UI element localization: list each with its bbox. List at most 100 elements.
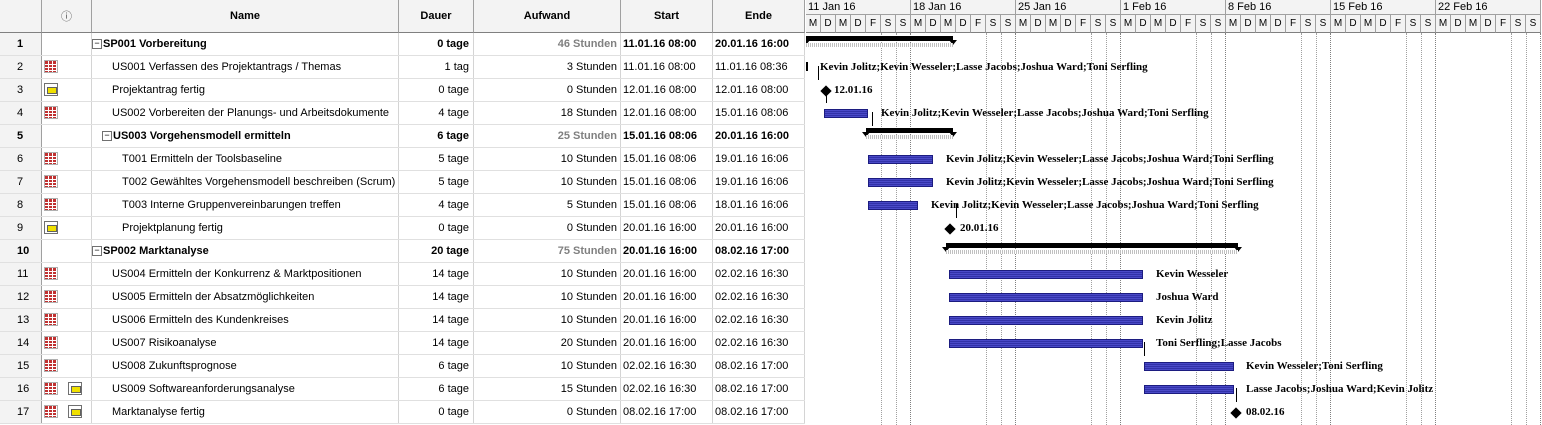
task-start[interactable]: 02.02.16 16:30 [621, 378, 713, 400]
collapse-toggle[interactable]: − [102, 131, 112, 142]
task-start[interactable]: 15.01.16 08:06 [621, 148, 713, 170]
task-work[interactable]: 10 Stunden [474, 286, 621, 308]
task-bar[interactable] [868, 178, 933, 187]
task-work[interactable]: 46 Stunden [474, 33, 621, 55]
task-row[interactable]: 14 US007 Risikoanalyse 14 tage 20 Stunden 20… [0, 332, 805, 355]
task-name[interactable]: US006 Ermitteln des Kundenkreises [92, 309, 399, 331]
task-work[interactable]: 0 Stunden [474, 79, 621, 101]
collapse-toggle[interactable]: − [92, 246, 102, 257]
milestone-diamond[interactable] [1230, 407, 1242, 419]
calendar-icon[interactable] [44, 60, 58, 73]
task-work[interactable]: 3 Stunden [474, 56, 621, 78]
summary-bar[interactable] [806, 36, 957, 45]
task-name[interactable]: T002 Gewähltes Vorgehensmodell beschreib… [92, 171, 399, 193]
dauer-column-header[interactable]: Dauer [399, 0, 474, 33]
summary-task-row[interactable]: 1− SP001 Vorbereitung 0 tage 46 Stunden 11.0… [0, 33, 805, 56]
task-work[interactable]: 0 Stunden [474, 401, 621, 423]
task-work[interactable]: 20 Stunden [474, 332, 621, 354]
task-start[interactable]: 12.01.16 08:00 [621, 102, 713, 124]
row-number-header[interactable] [0, 0, 42, 33]
task-bar[interactable] [949, 316, 1143, 325]
task-row[interactable]: 9 Projektplanung fertig 0 tage 0 Stunden 20.… [0, 217, 805, 240]
calendar-icon[interactable] [44, 198, 58, 211]
task-name[interactable]: US009 Softwareanforderungsanalyse [92, 378, 399, 400]
ende-column-header[interactable]: Ende [713, 0, 805, 33]
task-duration[interactable]: 14 tage [399, 286, 474, 308]
task-duration[interactable]: 4 tage [399, 102, 474, 124]
task-duration[interactable]: 6 tage [399, 378, 474, 400]
task-end[interactable]: 02.02.16 16:30 [713, 263, 805, 285]
calendar-icon[interactable] [44, 152, 58, 165]
task-work[interactable]: 75 Stunden [474, 240, 621, 262]
task-row[interactable]: 7 T002 Gewähltes Vorgehensmodell beschrei… [0, 171, 805, 194]
task-bar[interactable] [949, 293, 1143, 302]
row-number[interactable]: 16 [0, 378, 42, 400]
task-bar[interactable] [949, 339, 1143, 348]
task-start[interactable]: 15.01.16 08:06 [621, 125, 713, 147]
task-duration[interactable]: 14 tage [399, 332, 474, 354]
task-end[interactable]: 08.02.16 17:00 [713, 401, 805, 423]
task-end[interactable]: 20.01.16 16:00 [713, 217, 805, 239]
calendar-icon[interactable] [44, 359, 58, 372]
task-name[interactable]: US008 Zukunftsprognose [92, 355, 399, 377]
task-name[interactable]: Projektplanung fertig [92, 217, 399, 239]
task-bar[interactable] [1144, 362, 1234, 371]
name-column-header[interactable]: Name [92, 0, 399, 33]
row-number[interactable]: 10 [0, 240, 42, 262]
collapse-toggle[interactable]: − [92, 39, 102, 50]
task-name[interactable]: − SP001 Vorbereitung [92, 33, 399, 55]
task-duration[interactable]: 0 tage [399, 79, 474, 101]
row-number[interactable]: 2 [0, 56, 42, 78]
task-duration[interactable]: 14 tage [399, 309, 474, 331]
task-work[interactable]: 10 Stunden [474, 171, 621, 193]
task-duration[interactable]: 20 tage [399, 240, 474, 262]
task-start[interactable]: 02.02.16 16:30 [621, 355, 713, 377]
note-icon[interactable] [68, 405, 82, 418]
row-number[interactable]: 5 [0, 125, 42, 147]
row-number[interactable]: 17 [0, 401, 42, 423]
row-number[interactable]: 13 [0, 309, 42, 331]
milestone-diamond[interactable] [944, 223, 956, 235]
summary-task-row[interactable]: 10− SP002 Marktanalyse 20 tage 75 Stunden 20… [0, 240, 805, 263]
info-column-header[interactable]: ⓘ [42, 0, 92, 33]
task-end[interactable]: 19.01.16 16:06 [713, 148, 805, 170]
task-end[interactable]: 02.02.16 16:30 [713, 309, 805, 331]
row-number[interactable]: 3 [0, 79, 42, 101]
calendar-icon[interactable] [44, 405, 58, 418]
task-end[interactable]: 02.02.16 16:30 [713, 286, 805, 308]
task-row[interactable]: 2 US001 Verfassen des Projektantrags / Th… [0, 56, 805, 79]
row-number[interactable]: 12 [0, 286, 42, 308]
task-name[interactable]: T001 Ermitteln der Toolsbaseline [92, 148, 399, 170]
calendar-icon[interactable] [44, 267, 58, 280]
start-column-header[interactable]: Start [621, 0, 713, 33]
task-bar[interactable] [868, 155, 933, 164]
task-bar[interactable] [1144, 385, 1234, 394]
task-end[interactable]: 08.02.16 17:00 [713, 240, 805, 262]
task-duration[interactable]: 1 tag [399, 56, 474, 78]
task-end[interactable]: 08.02.16 17:00 [713, 355, 805, 377]
task-start[interactable]: 11.01.16 08:00 [621, 56, 713, 78]
task-duration[interactable]: 6 tage [399, 355, 474, 377]
summary-task-row[interactable]: 5− US003 Vorgehensmodell ermitteln 6 tage 2… [0, 125, 805, 148]
task-duration[interactable]: 5 tage [399, 171, 474, 193]
note-icon[interactable] [68, 382, 82, 395]
row-number[interactable]: 7 [0, 171, 42, 193]
task-start[interactable]: 20.01.16 16:00 [621, 217, 713, 239]
task-work[interactable]: 25 Stunden [474, 125, 621, 147]
row-number[interactable]: 9 [0, 217, 42, 239]
task-duration[interactable]: 5 tage [399, 148, 474, 170]
task-work[interactable]: 10 Stunden [474, 355, 621, 377]
task-bar[interactable] [868, 201, 918, 210]
row-number[interactable]: 8 [0, 194, 42, 216]
task-start[interactable]: 20.01.16 16:00 [621, 309, 713, 331]
row-number[interactable]: 15 [0, 355, 42, 377]
task-name[interactable]: T003 Interne Gruppenvereinbarungen treff… [92, 194, 399, 216]
task-end[interactable]: 15.01.16 08:06 [713, 102, 805, 124]
task-duration[interactable]: 0 tage [399, 401, 474, 423]
summary-shadow[interactable] [946, 250, 1238, 254]
task-work[interactable]: 15 Stunden [474, 378, 621, 400]
calendar-icon[interactable] [44, 290, 58, 303]
task-work[interactable]: 18 Stunden [474, 102, 621, 124]
task-bar[interactable] [824, 109, 868, 118]
row-number[interactable]: 11 [0, 263, 42, 285]
